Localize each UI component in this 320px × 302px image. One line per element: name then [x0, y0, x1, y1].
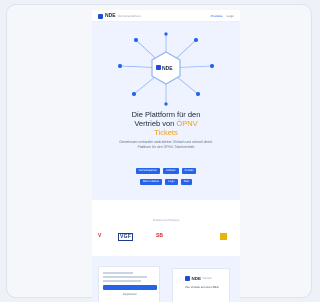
top-navigation: NDE Vertriebsplattform Produkte Login [92, 10, 240, 22]
cta-button-learn-more[interactable]: Mehr erfahren [139, 179, 163, 185]
hero-title-line2: Vertrieb von ÖPNV [100, 119, 232, 128]
hero-subtitle: Gemeinsam verkaufen statt alleine: Einfa… [119, 140, 213, 149]
feature-card-logo-sub: Vertrieb [202, 277, 212, 280]
logo-text: NDE [105, 13, 116, 19]
nav-link-login[interactable]: Login [227, 14, 234, 18]
site-logo[interactable]: NDE Vertriebsplattform [98, 13, 141, 19]
form-line [103, 280, 141, 282]
hero-section: NDE Die Plattform für den Vertrieb von Ö… [92, 22, 240, 200]
partner-logo-2: VGF [118, 233, 134, 241]
cta-button-providers[interactable]: Anbieter [163, 168, 179, 174]
feature-card-text: Ihre Vorteile auf einen Blick [185, 285, 219, 289]
feature-card-logo: NDE Vertrieb [185, 276, 211, 281]
hero-title: Die Plattform für den Vertrieb von ÖPNV … [100, 110, 232, 137]
signup-form-preview: Registrieren [98, 266, 160, 302]
cta-button-start[interactable]: Start [180, 179, 193, 185]
feature-card-logo-text: NDE [191, 276, 202, 281]
logo-subtitle: Vertriebsplattform [117, 14, 142, 18]
logo-mark-icon [185, 276, 190, 281]
cta-row-2: Mehr erfahren Login Start [92, 179, 240, 185]
network-illustration: NDE [118, 32, 214, 106]
form-line [103, 276, 147, 278]
website-preview: NDE Vertriebsplattform Produkte Login ND… [92, 10, 240, 302]
cta-row-1: Vertriebspartner Anbieter Kontakt [92, 168, 240, 174]
bottom-section: Registrieren NDE Vertrieb Ihre Vorteile … [92, 256, 240, 302]
partner-logo-3: SB [156, 233, 163, 239]
form-line [103, 272, 133, 274]
hero-title-prefix: Vertrieb von [134, 119, 177, 128]
hero-title-line1: Die Plattform für den [131, 110, 201, 119]
partner-logo-4 [220, 233, 227, 240]
partners-section: Vertraut von Partnern V VGF SB [92, 208, 240, 250]
hero-title-highlight: ÖPNV [176, 119, 198, 128]
partner-logo-1: V [98, 233, 102, 239]
cta-button-contact[interactable]: Kontakt [181, 168, 197, 174]
partners-title: Vertraut von Partnern [152, 218, 180, 222]
form-submit-bar[interactable] [103, 285, 157, 290]
top-nav-links: Produkte Login [211, 14, 234, 18]
cta-button-login[interactable]: Login [165, 179, 178, 185]
hero-badge-text: NDE [162, 66, 173, 72]
form-footer-text: Registrieren [123, 293, 137, 296]
nav-link-products[interactable]: Produkte [211, 14, 223, 18]
logo-mark-icon [98, 13, 103, 19]
hero-title-line3: Tickets [154, 128, 178, 137]
cta-button-partners[interactable]: Vertriebspartner [135, 168, 160, 174]
feature-card: NDE Vertrieb Ihre Vorteile auf einen Bli… [172, 268, 230, 302]
